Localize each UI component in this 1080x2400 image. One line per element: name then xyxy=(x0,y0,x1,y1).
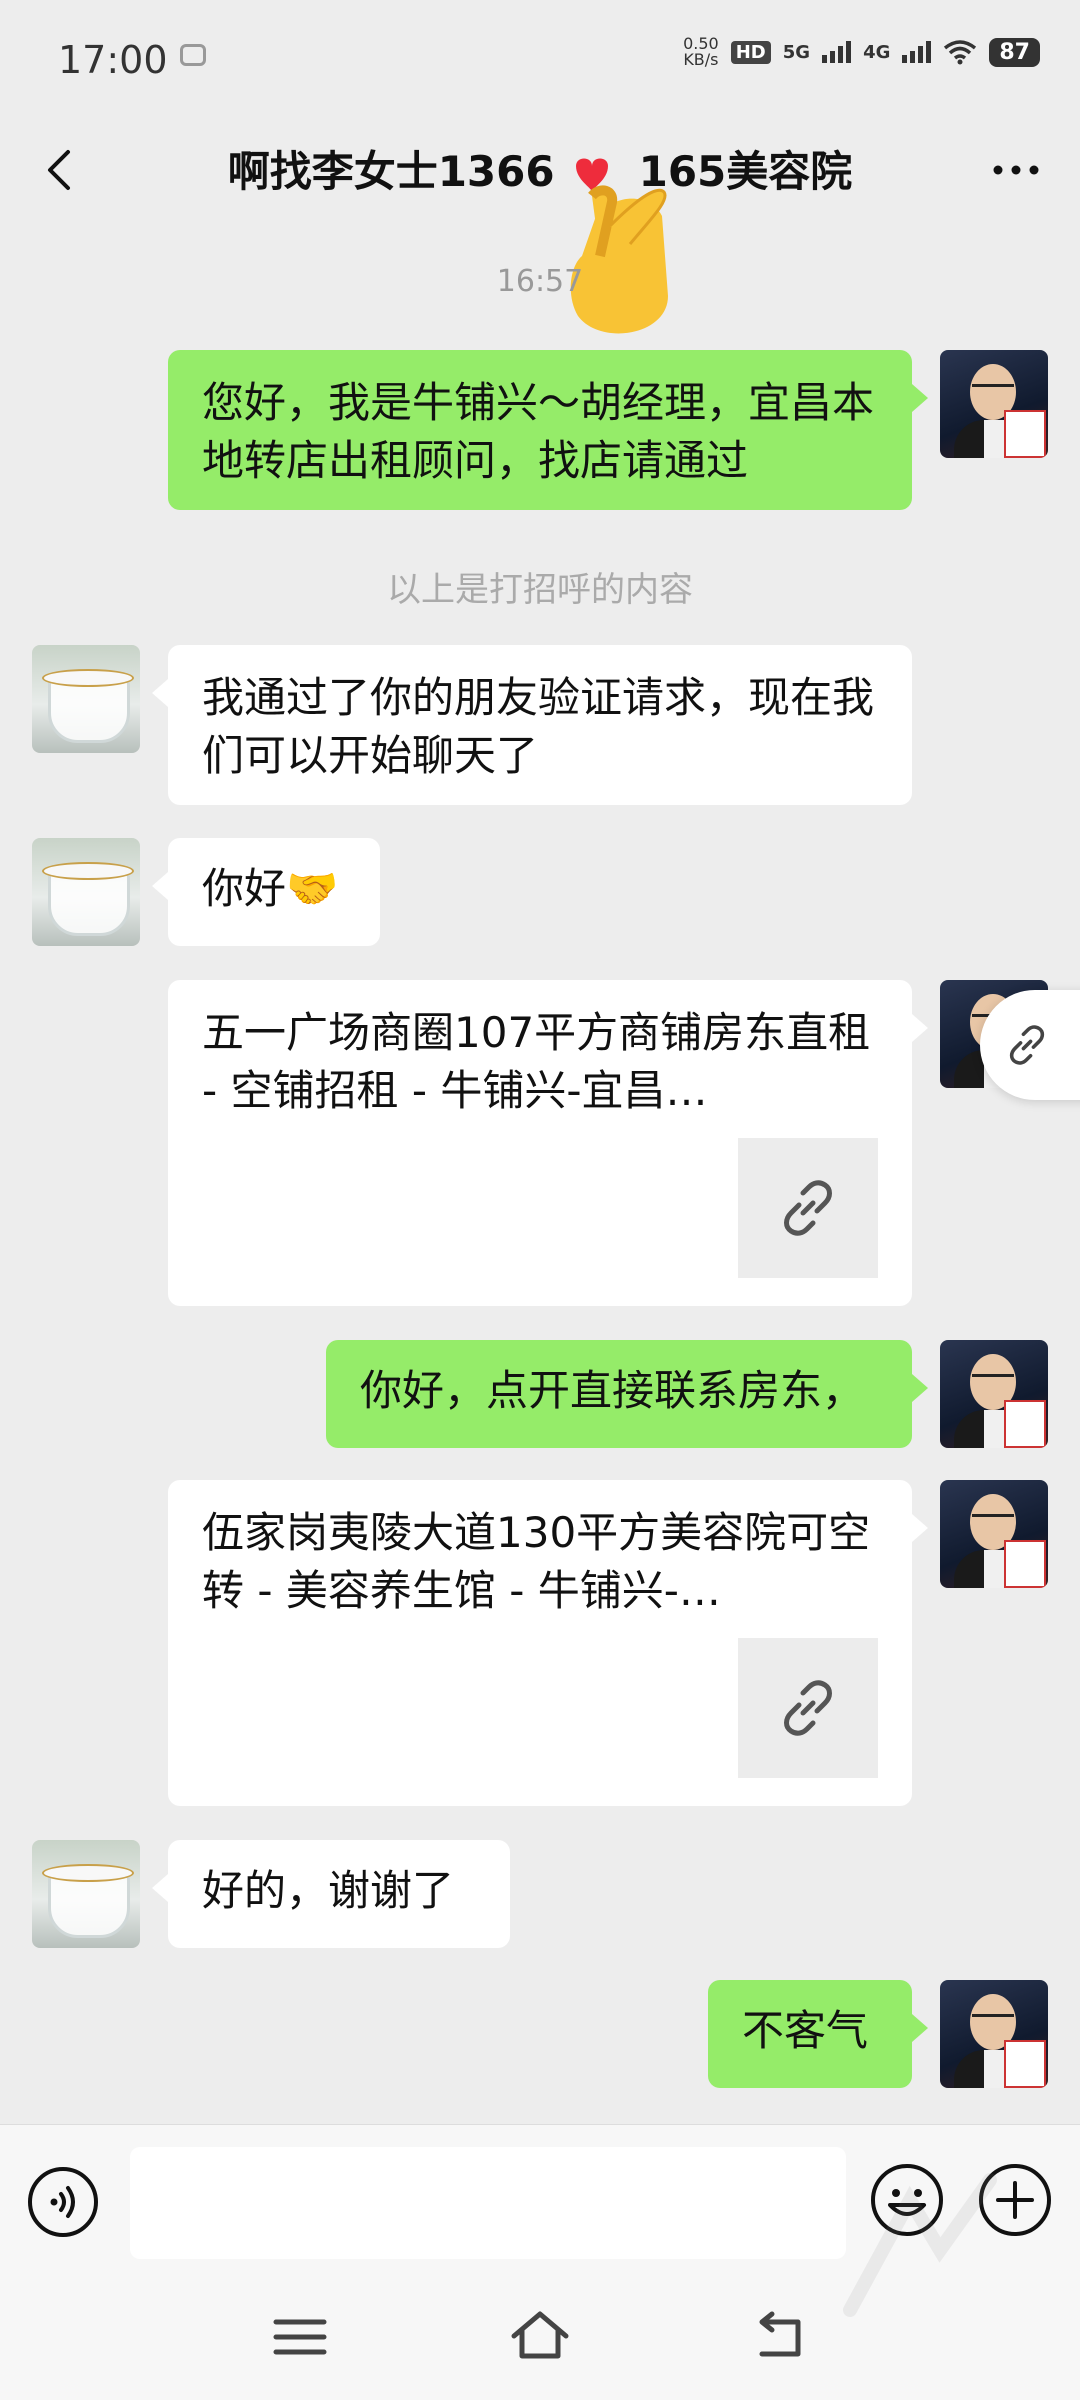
status-indicators: 0.50 KB/s HD 5G 4G 87 xyxy=(683,36,1040,68)
voice-icon[interactable] xyxy=(26,2165,100,2239)
link-card-title: 伍家岗夷陵大道130平方美容院可空转 - 美容养生馆 - 牛铺兴-… xyxy=(202,1508,871,1615)
contact-avatar[interactable] xyxy=(32,645,140,753)
message-text: 您好，我是牛铺兴～胡经理，宜昌本地转店出租顾问，找店请通过 xyxy=(202,378,875,485)
link-card-message[interactable]: 伍家岗夷陵大道130平方美容院可空转 - 美容养生馆 - 牛铺兴-… xyxy=(168,1480,928,1806)
wifi-icon xyxy=(944,40,977,65)
home-icon[interactable] xyxy=(506,2306,574,2366)
contact-avatar[interactable] xyxy=(32,838,140,946)
incoming-message-bubble[interactable]: 你好🤝 xyxy=(152,838,380,946)
contact-avatar[interactable] xyxy=(32,1840,140,1948)
incoming-message-bubble[interactable]: 好的，谢谢了 xyxy=(152,1840,510,1948)
network-speed-unit: KB/s xyxy=(683,50,719,69)
status-time: 17:00 xyxy=(58,38,168,82)
message-input[interactable] xyxy=(130,2147,846,2259)
hd-badge: HD xyxy=(730,40,771,64)
my-avatar[interactable] xyxy=(940,350,1048,458)
my-avatar[interactable] xyxy=(940,1980,1048,2088)
message-timestamp: 16:57 xyxy=(496,264,584,299)
status-bar: 17:00 0.50 KB/s HD 5G 4G 87 xyxy=(0,0,1080,120)
link-card-thumbnail xyxy=(738,1638,878,1778)
floating-link-button[interactable] xyxy=(980,990,1080,1100)
finger-heart-emoji-icon xyxy=(570,158,668,334)
link-icon xyxy=(784,1680,832,1736)
my-avatar[interactable] xyxy=(940,1480,1048,1588)
link-card-thumbnail xyxy=(738,1138,878,1278)
message-text: 好的，谢谢了 xyxy=(202,1866,455,1915)
nav-back-icon[interactable] xyxy=(748,2308,812,2364)
outgoing-message-bubble[interactable]: 不客气 xyxy=(708,1980,928,2088)
watermark-logo-icon xyxy=(843,2173,997,2317)
network-speed: 0.50 KB/s xyxy=(683,36,719,68)
outgoing-message-bubble[interactable]: 你好，点开直接联系房东， xyxy=(326,1340,928,1448)
message-text: 你好，点开直接联系房东， xyxy=(360,1366,865,1415)
link-icon xyxy=(1009,1025,1045,1065)
message-text: 我通过了你的朋友验证请求，现在我们可以开始聊天了 xyxy=(202,673,875,780)
more-options-icon[interactable] xyxy=(986,150,1046,190)
sim2-network-label: 4G xyxy=(863,41,891,63)
link-card-title: 五一广场商圈107平方商铺房东直租 - 空铺招租 - 牛铺兴-宜昌… xyxy=(202,1008,871,1115)
link-card-message[interactable]: 五一广场商圈107平方商铺房东直租 - 空铺招租 - 牛铺兴-宜昌… xyxy=(168,980,928,1306)
message-notification-icon xyxy=(180,44,206,66)
menu-icon[interactable] xyxy=(268,2312,332,2362)
my-avatar[interactable] xyxy=(940,1340,1048,1448)
message-text: 不客气 xyxy=(742,2006,869,2055)
battery-icon: 87 xyxy=(989,37,1040,67)
sim2-signal-icon xyxy=(902,41,932,63)
sim1-network-label: 5G xyxy=(782,41,811,63)
incoming-message-bubble[interactable]: 我通过了你的朋友验证请求，现在我们可以开始聊天了 xyxy=(152,645,912,805)
chat-header: 啊找李女士1366 165美容院 xyxy=(0,120,1080,334)
system-note: 以上是打招呼的内容 xyxy=(387,570,693,610)
outgoing-message-bubble[interactable]: 您好，我是牛铺兴～胡经理，宜昌本地转店出租顾问，找店请通过 xyxy=(168,350,928,510)
sim1-signal-icon xyxy=(822,41,852,63)
message-text: 你好🤝 xyxy=(202,864,339,913)
link-icon xyxy=(784,1180,832,1236)
